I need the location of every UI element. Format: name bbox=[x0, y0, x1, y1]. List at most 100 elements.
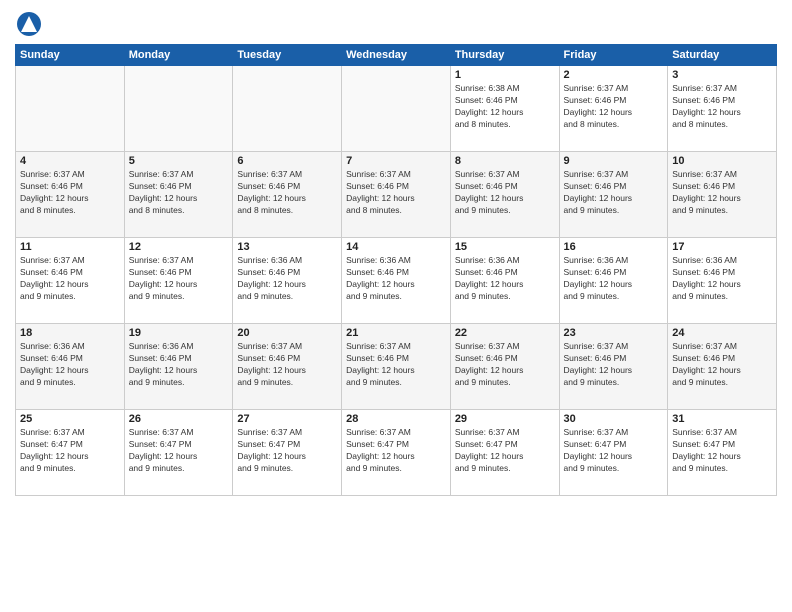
weekday-header-monday: Monday bbox=[124, 45, 233, 66]
day-info: Sunrise: 6:36 AM Sunset: 6:46 PM Dayligh… bbox=[564, 255, 664, 303]
calendar-cell: 3 Sunrise: 6:37 AM Sunset: 6:46 PM Daylig… bbox=[668, 66, 777, 152]
calendar-cell bbox=[233, 66, 342, 152]
day-number: 10 bbox=[672, 155, 772, 167]
day-info: Sunrise: 6:36 AM Sunset: 6:46 PM Dayligh… bbox=[237, 255, 337, 303]
calendar-cell: 1Sunrise: 6:38 AM Sunset: 6:46 PM Daylig… bbox=[450, 66, 559, 152]
day-info: Sunrise: 6:37 AM Sunset: 6:47 PM Dayligh… bbox=[672, 427, 772, 475]
calendar-cell: 10 Sunrise: 6:37 AM Sunset: 6:46 PM Dayli… bbox=[668, 152, 777, 238]
calendar-week-row: 4 Sunrise: 6:37 AM Sunset: 6:46 PM Daylig… bbox=[16, 152, 777, 238]
day-info: Sunrise: 6:36 AM Sunset: 6:46 PM Dayligh… bbox=[455, 255, 555, 303]
day-number: 12 bbox=[129, 241, 229, 253]
calendar-header: SundayMondayTuesdayWednesdayThursdayFrid… bbox=[16, 45, 777, 66]
calendar-cell: 30 Sunrise: 6:37 AM Sunset: 6:47 PM Dayli… bbox=[559, 410, 668, 496]
calendar-cell: 14 Sunrise: 6:36 AM Sunset: 6:46 PM Dayli… bbox=[342, 238, 451, 324]
weekday-header-tuesday: Tuesday bbox=[233, 45, 342, 66]
day-number: 24 bbox=[672, 327, 772, 339]
day-info: Sunrise: 6:37 AM Sunset: 6:47 PM Dayligh… bbox=[564, 427, 664, 475]
day-number: 30 bbox=[564, 413, 664, 425]
calendar-cell: 20Sunrise: 6:37 AM Sunset: 6:46 PM Dayli… bbox=[233, 324, 342, 410]
calendar-week-row: 11 Sunrise: 6:37 AM Sunset: 6:46 PM Dayli… bbox=[16, 238, 777, 324]
day-number: 2 bbox=[564, 69, 664, 81]
day-info: Sunrise: 6:36 AM Sunset: 6:46 PM Dayligh… bbox=[346, 255, 446, 303]
calendar-cell bbox=[342, 66, 451, 152]
day-info: Sunrise: 6:37 AM Sunset: 6:47 PM Dayligh… bbox=[237, 427, 337, 475]
day-info: Sunrise: 6:37 AM Sunset: 6:47 PM Dayligh… bbox=[455, 427, 555, 475]
calendar-cell: 22Sunrise: 6:37 AM Sunset: 6:46 PM Dayli… bbox=[450, 324, 559, 410]
day-number: 19 bbox=[129, 327, 229, 339]
day-number: 27 bbox=[237, 413, 337, 425]
calendar-cell: 4 Sunrise: 6:37 AM Sunset: 6:46 PM Daylig… bbox=[16, 152, 125, 238]
calendar-cell: 24 Sunrise: 6:37 AM Sunset: 6:46 PM Dayli… bbox=[668, 324, 777, 410]
day-number: 8 bbox=[455, 155, 555, 167]
day-number: 15 bbox=[455, 241, 555, 253]
day-number: 16 bbox=[564, 241, 664, 253]
day-info: Sunrise: 6:37 AM Sunset: 6:46 PM Dayligh… bbox=[346, 341, 446, 389]
calendar-cell: 6Sunrise: 6:37 AM Sunset: 6:46 PM Daylig… bbox=[233, 152, 342, 238]
day-number: 28 bbox=[346, 413, 446, 425]
calendar-cell: 21 Sunrise: 6:37 AM Sunset: 6:46 PM Dayli… bbox=[342, 324, 451, 410]
calendar-cell: 25 Sunrise: 6:37 AM Sunset: 6:47 PM Dayli… bbox=[16, 410, 125, 496]
day-number: 29 bbox=[455, 413, 555, 425]
calendar-cell: 17 Sunrise: 6:36 AM Sunset: 6:46 PM Dayli… bbox=[668, 238, 777, 324]
calendar-cell: 31Sunrise: 6:37 AM Sunset: 6:47 PM Dayli… bbox=[668, 410, 777, 496]
day-info: Sunrise: 6:37 AM Sunset: 6:47 PM Dayligh… bbox=[129, 427, 229, 475]
calendar-table: SundayMondayTuesdayWednesdayThursdayFrid… bbox=[15, 44, 777, 496]
weekday-header-wednesday: Wednesday bbox=[342, 45, 451, 66]
calendar-cell: 9 Sunrise: 6:37 AM Sunset: 6:46 PM Daylig… bbox=[559, 152, 668, 238]
day-number: 14 bbox=[346, 241, 446, 253]
calendar-cell: 28Sunrise: 6:37 AM Sunset: 6:47 PM Dayli… bbox=[342, 410, 451, 496]
calendar-cell: 27 Sunrise: 6:37 AM Sunset: 6:47 PM Dayli… bbox=[233, 410, 342, 496]
day-number: 9 bbox=[564, 155, 664, 167]
day-info: Sunrise: 6:36 AM Sunset: 6:46 PM Dayligh… bbox=[672, 255, 772, 303]
calendar-cell: 19 Sunrise: 6:36 AM Sunset: 6:46 PM Dayli… bbox=[124, 324, 233, 410]
calendar-cell: 11 Sunrise: 6:37 AM Sunset: 6:46 PM Dayli… bbox=[16, 238, 125, 324]
calendar-cell: 7 Sunrise: 6:37 AM Sunset: 6:46 PM Daylig… bbox=[342, 152, 451, 238]
day-info: Sunrise: 6:37 AM Sunset: 6:46 PM Dayligh… bbox=[346, 169, 446, 217]
weekday-header-saturday: Saturday bbox=[668, 45, 777, 66]
day-number: 20 bbox=[237, 327, 337, 339]
logo bbox=[15, 10, 48, 38]
calendar-cell: 23Sunrise: 6:37 AM Sunset: 6:46 PM Dayli… bbox=[559, 324, 668, 410]
calendar-week-row: 25 Sunrise: 6:37 AM Sunset: 6:47 PM Dayli… bbox=[16, 410, 777, 496]
day-number: 5 bbox=[129, 155, 229, 167]
day-number: 21 bbox=[346, 327, 446, 339]
calendar-body: 1Sunrise: 6:38 AM Sunset: 6:46 PM Daylig… bbox=[16, 66, 777, 496]
day-info: Sunrise: 6:37 AM Sunset: 6:46 PM Dayligh… bbox=[672, 169, 772, 217]
calendar-cell: 12 Sunrise: 6:37 AM Sunset: 6:46 PM Dayli… bbox=[124, 238, 233, 324]
day-number: 11 bbox=[20, 241, 120, 253]
weekday-header-thursday: Thursday bbox=[450, 45, 559, 66]
day-number: 3 bbox=[672, 69, 772, 81]
header bbox=[15, 10, 777, 38]
calendar-cell: 2 Sunrise: 6:37 AM Sunset: 6:46 PM Daylig… bbox=[559, 66, 668, 152]
calendar-cell: 13 Sunrise: 6:36 AM Sunset: 6:46 PM Dayli… bbox=[233, 238, 342, 324]
day-number: 13 bbox=[237, 241, 337, 253]
day-info: Sunrise: 6:37 AM Sunset: 6:46 PM Dayligh… bbox=[129, 255, 229, 303]
calendar-cell: 18 Sunrise: 6:36 AM Sunset: 6:46 PM Dayli… bbox=[16, 324, 125, 410]
day-info: Sunrise: 6:37 AM Sunset: 6:46 PM Dayligh… bbox=[564, 83, 664, 131]
calendar-cell bbox=[124, 66, 233, 152]
day-number: 17 bbox=[672, 241, 772, 253]
day-info: Sunrise: 6:37 AM Sunset: 6:46 PM Dayligh… bbox=[20, 169, 120, 217]
day-info: Sunrise: 6:38 AM Sunset: 6:46 PM Dayligh… bbox=[455, 83, 555, 131]
day-number: 22 bbox=[455, 327, 555, 339]
day-info: Sunrise: 6:37 AM Sunset: 6:47 PM Dayligh… bbox=[20, 427, 120, 475]
day-number: 26 bbox=[129, 413, 229, 425]
page: SundayMondayTuesdayWednesdayThursdayFrid… bbox=[0, 0, 792, 612]
day-info: Sunrise: 6:37 AM Sunset: 6:46 PM Dayligh… bbox=[564, 169, 664, 217]
day-info: Sunrise: 6:37 AM Sunset: 6:46 PM Dayligh… bbox=[672, 83, 772, 131]
day-info: Sunrise: 6:37 AM Sunset: 6:46 PM Dayligh… bbox=[20, 255, 120, 303]
day-number: 25 bbox=[20, 413, 120, 425]
logo-icon bbox=[15, 10, 43, 38]
day-info: Sunrise: 6:36 AM Sunset: 6:46 PM Dayligh… bbox=[129, 341, 229, 389]
calendar-cell bbox=[16, 66, 125, 152]
calendar-cell: 26 Sunrise: 6:37 AM Sunset: 6:47 PM Dayli… bbox=[124, 410, 233, 496]
day-number: 18 bbox=[20, 327, 120, 339]
day-info: Sunrise: 6:37 AM Sunset: 6:46 PM Dayligh… bbox=[672, 341, 772, 389]
day-info: Sunrise: 6:36 AM Sunset: 6:46 PM Dayligh… bbox=[20, 341, 120, 389]
day-info: Sunrise: 6:37 AM Sunset: 6:46 PM Dayligh… bbox=[455, 169, 555, 217]
day-number: 6 bbox=[237, 155, 337, 167]
day-number: 7 bbox=[346, 155, 446, 167]
day-number: 4 bbox=[20, 155, 120, 167]
weekday-header-row: SundayMondayTuesdayWednesdayThursdayFrid… bbox=[16, 45, 777, 66]
calendar-cell: 29 Sunrise: 6:37 AM Sunset: 6:47 PM Dayli… bbox=[450, 410, 559, 496]
